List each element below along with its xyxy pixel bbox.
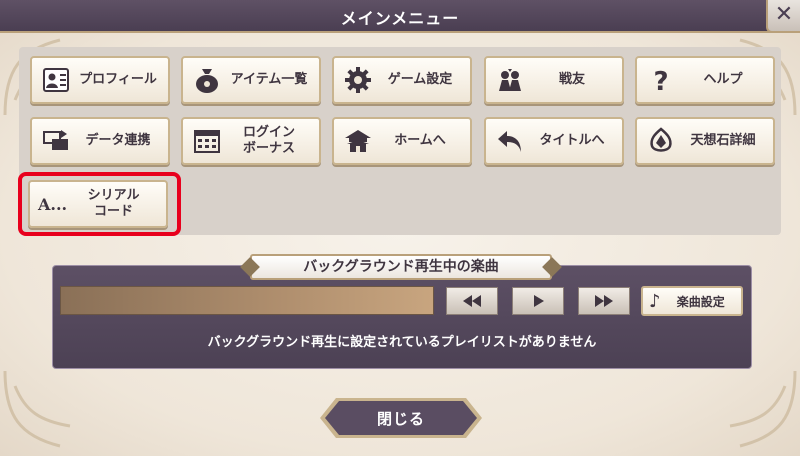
music-note-icon: ♪	[649, 290, 661, 312]
close-icon: ✕	[774, 2, 794, 27]
gem-details-button[interactable]: 天想石詳細	[635, 117, 775, 165]
play-button[interactable]	[512, 287, 564, 315]
play-icon	[534, 295, 544, 307]
item-bag-icon	[189, 62, 225, 98]
page-title: メインメニュー	[340, 9, 460, 28]
track-progress-bar[interactable]	[60, 286, 434, 315]
bgm-panel	[52, 265, 752, 369]
item-list-button[interactable]: アイテム一覧	[181, 56, 321, 104]
profile-button[interactable]: プロフィール	[30, 56, 170, 104]
bgm-status-text: バックグラウンド再生に設定されているプレイリストがありません	[207, 335, 597, 350]
music-settings-label: 楽曲設定	[676, 294, 725, 309]
help-icon: ?	[643, 62, 679, 98]
home-castle-icon	[340, 123, 376, 159]
return-arrow-icon	[492, 123, 528, 159]
game-settings-button[interactable]: ゲーム設定	[332, 56, 472, 104]
home-button[interactable]: ホームへ	[332, 117, 472, 165]
fast-forward-button[interactable]	[578, 287, 630, 315]
friends-button[interactable]: 戦友	[484, 56, 624, 104]
rewind-icon	[463, 295, 481, 307]
close-menu-label: 閉じる	[376, 410, 425, 428]
login-bonus-button[interactable]: ログイン ボーナス	[181, 117, 321, 165]
title-screen-button[interactable]: タイトルへ	[484, 117, 624, 165]
game-settings-button-label: ゲーム設定	[387, 72, 453, 87]
gem-icon	[643, 123, 679, 159]
main-menu-screen: メインメニュー ✕ プロフィール アイテム一覧 ゲーム設定 戦友 ? ヘルプ デ…	[0, 0, 800, 456]
friends-icon	[492, 62, 528, 98]
calendar-icon	[189, 123, 225, 159]
help-button-label: ヘルプ	[703, 72, 743, 87]
data-transfer-icon	[38, 123, 74, 159]
data-transfer-button[interactable]: データ連携	[30, 117, 170, 165]
corner-flourish-bottom-right	[710, 366, 800, 456]
profile-button-label: プロフィール	[79, 72, 157, 87]
bgm-header: バックグラウンド再生中の楽曲	[250, 254, 552, 280]
profile-card-icon	[38, 62, 74, 98]
data-transfer-button-label: データ連携	[85, 133, 151, 148]
help-button[interactable]: ? ヘルプ	[635, 56, 775, 104]
music-settings-button[interactable]: ♪ 楽曲設定	[641, 286, 743, 316]
item-list-button-label: アイテム一覧	[230, 72, 308, 87]
corner-flourish-bottom-left	[0, 366, 90, 456]
title-screen-button-label: タイトルへ	[539, 133, 605, 148]
gear-icon	[340, 62, 376, 98]
close-button[interactable]: ✕	[766, 0, 800, 33]
friends-button-label: 戦友	[558, 72, 585, 87]
title-bar: メインメニュー	[0, 0, 800, 33]
gem-details-button-label: 天想石詳細	[690, 133, 756, 148]
svg-text:?: ?	[653, 67, 668, 95]
selection-highlight	[18, 172, 181, 236]
login-bonus-button-label: ログイン ボーナス	[242, 125, 295, 156]
close-menu-button[interactable]: 閉じる	[318, 396, 484, 440]
rewind-button[interactable]	[446, 287, 498, 315]
home-button-label: ホームへ	[394, 133, 446, 148]
fast-forward-icon	[595, 295, 613, 307]
